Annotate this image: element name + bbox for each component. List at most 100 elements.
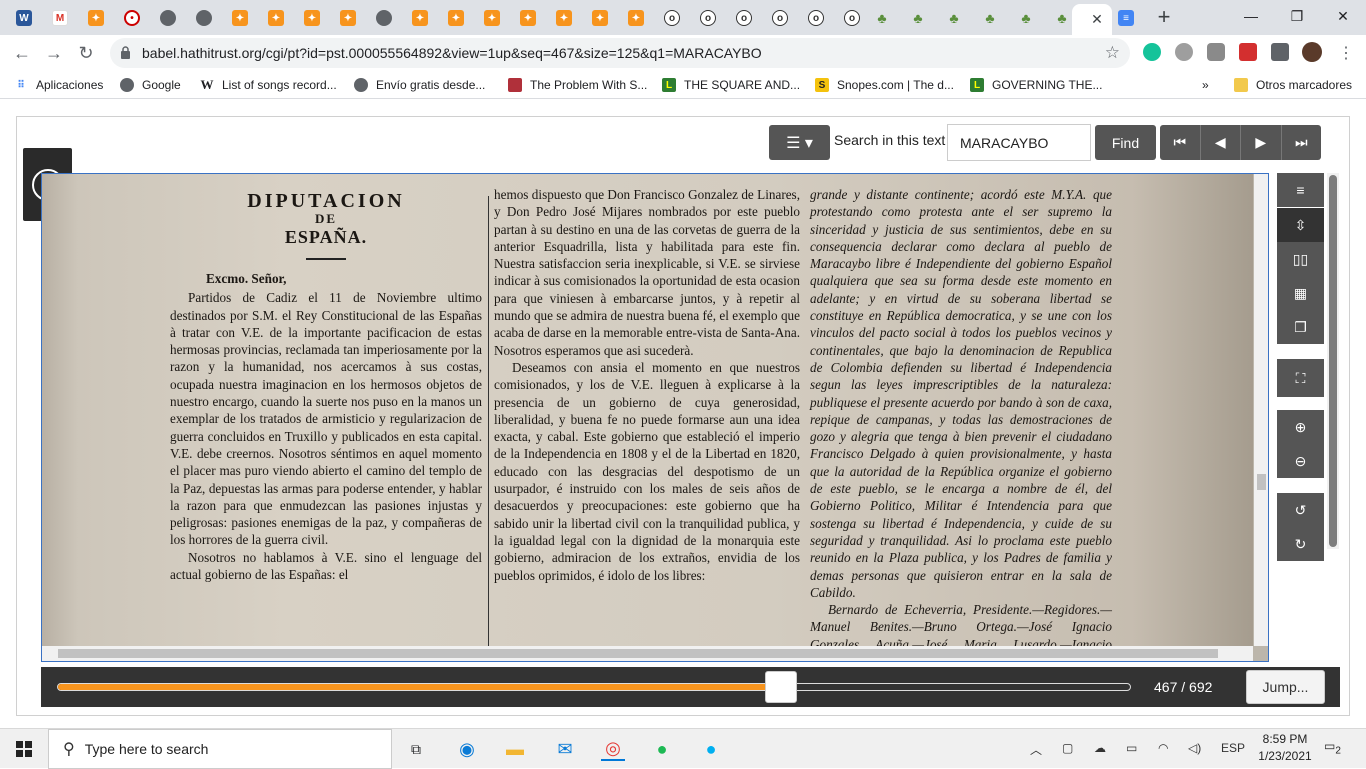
close-tab-icon[interactable]: ✕: [1091, 11, 1103, 28]
mail-icon[interactable]: ✉: [553, 737, 577, 761]
spotify-icon[interactable]: ●: [650, 737, 674, 761]
notifications-icon[interactable]: ▭2: [1324, 739, 1342, 757]
tab-site[interactable]: ✦: [332, 5, 364, 31]
bookmark-governing[interactable]: L GOVERNING THE...: [970, 76, 1102, 94]
plain-text-view-icon[interactable]: ≡: [1277, 173, 1324, 207]
tab-tree[interactable]: ♣: [902, 5, 934, 31]
grammarly-icon[interactable]: [1143, 43, 1161, 61]
thumbnail-view-icon[interactable]: ▦: [1277, 276, 1324, 310]
viewer-vertical-scrollbar[interactable]: [1254, 174, 1268, 646]
bookmark-snopes[interactable]: S Snopes.com | The d...: [815, 76, 954, 94]
tab-site[interactable]: ✦: [440, 5, 472, 31]
page-viewer[interactable]: DIPUTACION DE ESPAÑA. Excmo. Señor, Part…: [41, 173, 1269, 662]
address-bar[interactable]: babel.hathitrust.org/cgi/pt?id=pst.00005…: [110, 38, 1130, 68]
bookmark-songs[interactable]: W List of songs record...: [200, 76, 337, 94]
tab-site[interactable]: ✦: [224, 5, 256, 31]
jump-button[interactable]: Jump...: [1246, 670, 1325, 704]
tab-site[interactable]: ✦: [476, 5, 508, 31]
extension-icon[interactable]: [1175, 43, 1193, 61]
next-page-icon[interactable]: ▶: [1241, 125, 1282, 160]
tab-site[interactable]: ✦: [620, 5, 652, 31]
tab-site[interactable]: ✦: [584, 5, 616, 31]
rotate-right-icon[interactable]: ↻: [1277, 527, 1324, 561]
contents-dropdown-button[interactable]: ☰ ▾: [769, 125, 830, 160]
scrollbar-thumb[interactable]: [1329, 175, 1337, 547]
page-slider-handle[interactable]: [765, 671, 798, 703]
skype-icon[interactable]: ●: [699, 737, 723, 761]
tab-target[interactable]: •: [116, 5, 148, 31]
first-page-icon[interactable]: ⏮: [1160, 125, 1201, 160]
tab-word[interactable]: W: [8, 5, 40, 31]
zoom-in-icon[interactable]: ⊕: [1277, 410, 1324, 444]
taskbar-search[interactable]: ⚲ Type here to search: [48, 729, 392, 769]
tab-globe-1[interactable]: [152, 5, 184, 31]
bookmark-square[interactable]: L THE SQUARE AND...: [662, 76, 800, 94]
previous-page-icon[interactable]: ◀: [1201, 125, 1241, 160]
tab-site[interactable]: ✦: [548, 5, 580, 31]
volume-icon[interactable]: ◁): [1188, 741, 1201, 755]
tab-globe-2[interactable]: [188, 5, 220, 31]
tray-chevron-icon[interactable]: ︿: [1030, 741, 1042, 758]
bookmark-other[interactable]: Otros marcadores: [1234, 76, 1352, 94]
scrollbar-thumb[interactable]: [58, 649, 1218, 658]
avatar[interactable]: [1302, 42, 1322, 62]
viewer-horizontal-scrollbar[interactable]: [42, 646, 1253, 661]
window-close-icon[interactable]: ✕: [1320, 0, 1366, 32]
bookmark-star-icon[interactable]: ☆: [1105, 43, 1120, 63]
bookmark-google[interactable]: Google: [120, 76, 181, 94]
last-page-icon[interactable]: ⏭: [1282, 125, 1322, 160]
new-tab-button[interactable]: +: [1152, 6, 1176, 30]
bookmark-problem[interactable]: The Problem With S...: [508, 76, 647, 94]
scrollbar-thumb[interactable]: [1257, 474, 1266, 490]
tray-device-icon[interactable]: ▢: [1062, 741, 1073, 755]
tab-owl[interactable]: o: [728, 5, 760, 31]
clock[interactable]: 8:59 PM 1/23/2021: [1252, 731, 1318, 765]
forward-icon[interactable]: →: [42, 41, 66, 65]
wifi-icon[interactable]: ◠: [1158, 741, 1168, 755]
maximize-icon[interactable]: ❐: [1274, 0, 1320, 32]
back-icon[interactable]: ←: [10, 41, 34, 65]
file-explorer-icon[interactable]: ▬: [503, 737, 527, 761]
tab-owl[interactable]: o: [764, 5, 796, 31]
bookmark-apps[interactable]: ⠿ Aplicaciones: [14, 76, 103, 94]
tab-tree[interactable]: ♣: [1010, 5, 1042, 31]
tab-owl[interactable]: o: [800, 5, 832, 31]
tab-gmail[interactable]: M: [44, 5, 76, 31]
battery-icon[interactable]: ▭: [1126, 741, 1137, 755]
pdf-icon[interactable]: [1239, 43, 1257, 61]
chrome-icon[interactable]: ◎: [601, 737, 625, 761]
tab-site[interactable]: ✦: [260, 5, 292, 31]
tab-owl[interactable]: o: [836, 5, 868, 31]
tab-tree[interactable]: ♣: [974, 5, 1006, 31]
tab-owl[interactable]: o: [692, 5, 724, 31]
menu-dots-icon[interactable]: ⋮: [1334, 41, 1358, 65]
reload-icon[interactable]: ↻: [74, 41, 98, 65]
search-input[interactable]: [947, 124, 1091, 161]
fullscreen-icon[interactable]: ⛶: [1277, 359, 1324, 397]
scroll-view-icon[interactable]: ⇳: [1277, 208, 1324, 242]
flip-view-icon[interactable]: ▯▯: [1277, 242, 1324, 276]
tab-site[interactable]: ✦: [404, 5, 436, 31]
tab-site[interactable]: ✦: [80, 5, 112, 31]
tab-docs[interactable]: ≡: [1110, 5, 1142, 31]
database-icon[interactable]: [1207, 43, 1225, 61]
tab-globe-3[interactable]: [368, 5, 400, 31]
find-button[interactable]: Find: [1095, 125, 1156, 160]
language-indicator[interactable]: ESP: [1221, 741, 1245, 755]
tab-active-hathitrust[interactable]: ✕: [1072, 4, 1112, 35]
bookmarks-overflow-icon[interactable]: »: [1202, 76, 1209, 94]
task-view-icon[interactable]: ⧉: [404, 737, 428, 761]
page-scrollbar[interactable]: [1327, 173, 1339, 549]
page-by-page-icon[interactable]: ❐: [1277, 310, 1324, 344]
tab-tree[interactable]: ♣: [866, 5, 898, 31]
tab-tree[interactable]: ♣: [938, 5, 970, 31]
tab-owl[interactable]: o: [656, 5, 688, 31]
start-button[interactable]: [0, 729, 48, 769]
tab-site[interactable]: ✦: [296, 5, 328, 31]
onedrive-icon[interactable]: ☁: [1094, 741, 1106, 755]
minimize-icon[interactable]: —: [1228, 0, 1274, 32]
zoom-out-icon[interactable]: ⊖: [1277, 444, 1324, 478]
bookmark-envio[interactable]: Envío gratis desde...: [354, 76, 485, 94]
edge-icon[interactable]: ◉: [455, 737, 479, 761]
page-slider-track[interactable]: [57, 671, 1131, 703]
